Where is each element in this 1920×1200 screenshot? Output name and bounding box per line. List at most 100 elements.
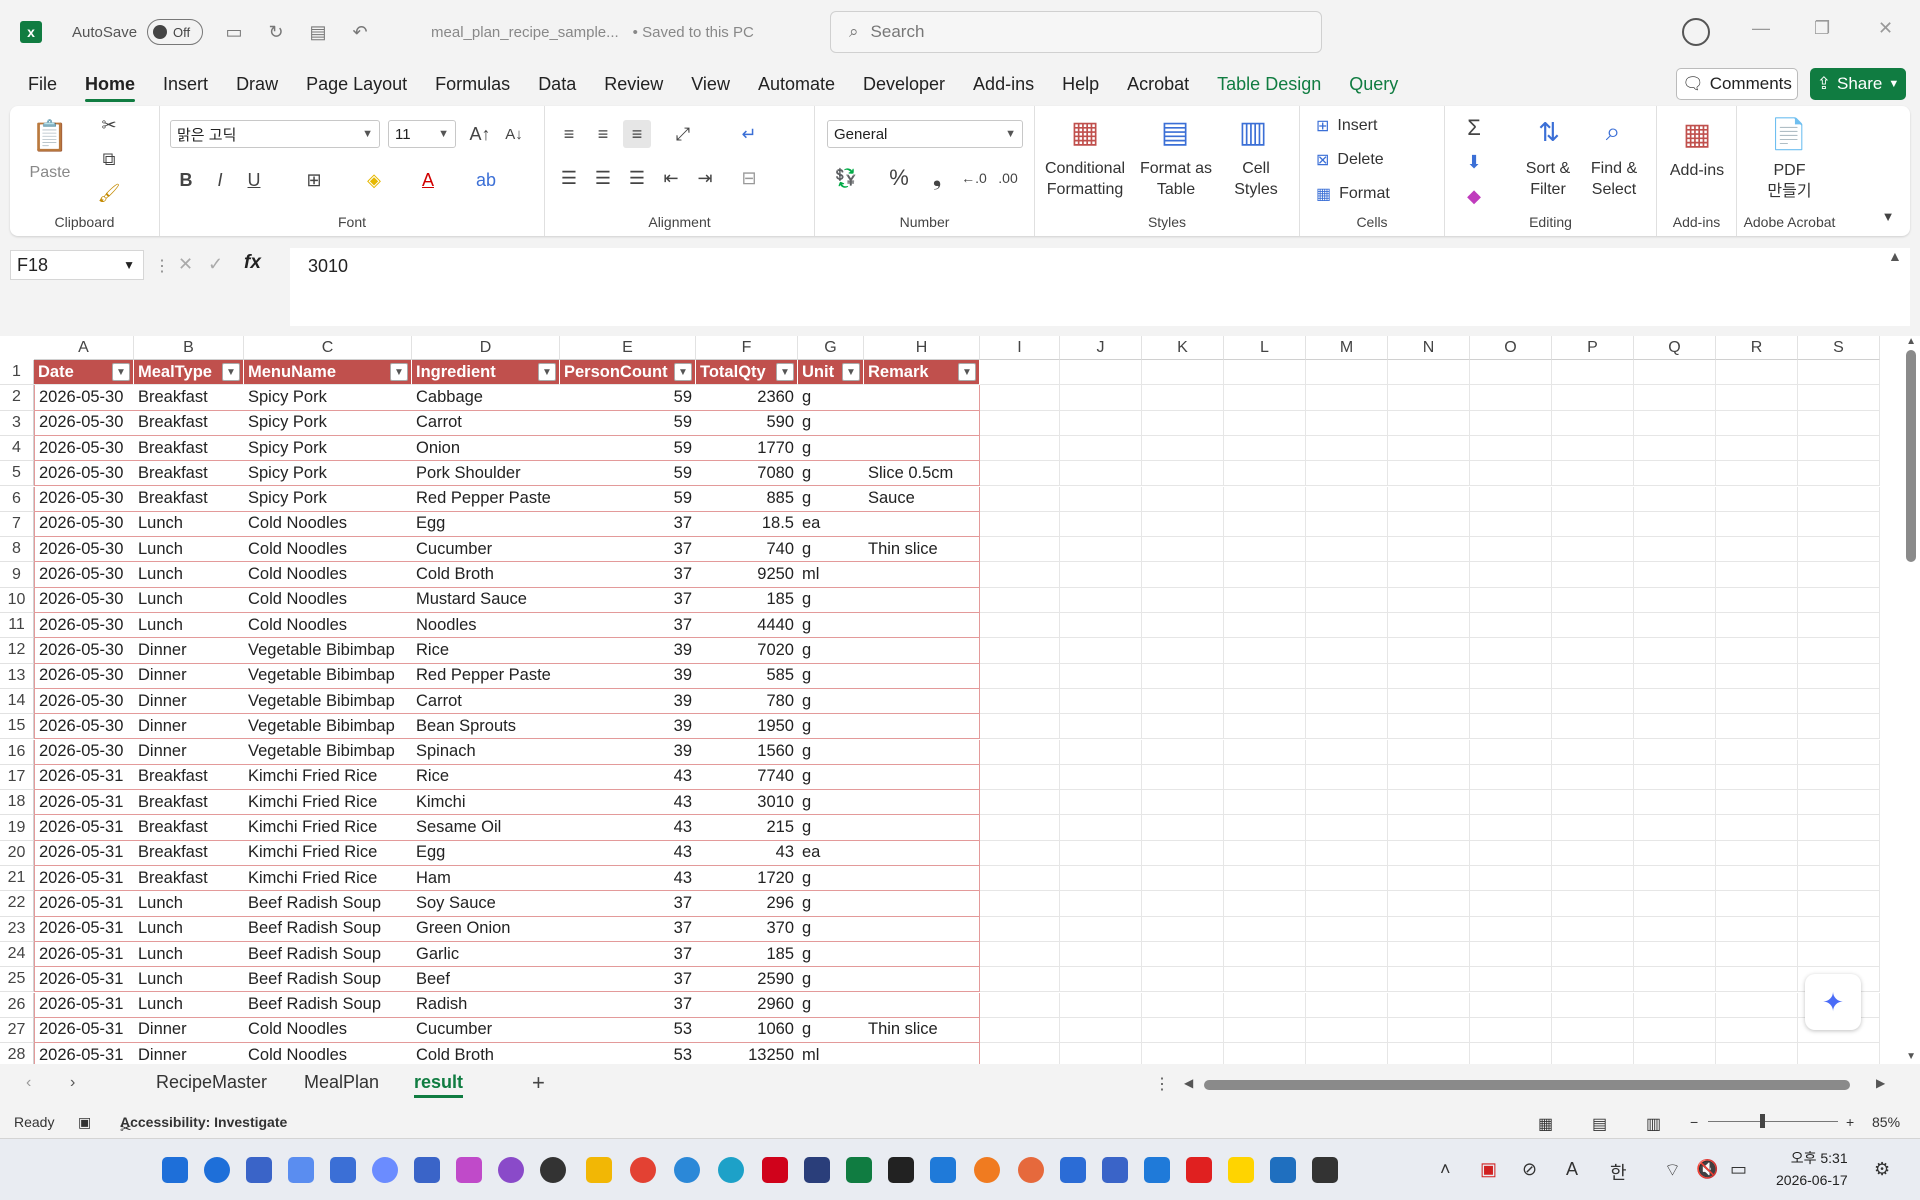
- table-cell[interactable]: Kimchi Fried Rice: [244, 765, 412, 791]
- empty-cell[interactable]: [1470, 385, 1552, 411]
- table-cell[interactable]: 2026-05-31: [34, 967, 134, 993]
- app-icon[interactable]: [1102, 1157, 1128, 1183]
- empty-cell[interactable]: [1552, 866, 1634, 892]
- row-header[interactable]: 8: [0, 537, 34, 563]
- align-top-icon[interactable]: ≡: [555, 120, 583, 148]
- empty-cell[interactable]: [1798, 714, 1880, 740]
- empty-cell[interactable]: [1388, 714, 1470, 740]
- empty-cell[interactable]: [1224, 511, 1306, 538]
- empty-cell[interactable]: [1634, 739, 1716, 765]
- empty-cell[interactable]: [1552, 916, 1634, 942]
- empty-cell[interactable]: [1306, 739, 1388, 765]
- format-as-table-button[interactable]: Format as Table: [1131, 158, 1221, 200]
- table-cell[interactable]: 13250: [696, 1043, 798, 1064]
- table-cell[interactable]: 1060: [696, 1018, 798, 1044]
- empty-cell[interactable]: [1716, 688, 1798, 715]
- column-header[interactable]: C: [244, 336, 412, 360]
- filter-dropdown-icon[interactable]: ▼: [538, 363, 556, 382]
- empty-cell[interactable]: [1388, 562, 1470, 588]
- table-cell[interactable]: [864, 688, 980, 715]
- tab-formulas[interactable]: Formulas: [421, 64, 524, 104]
- empty-cell[interactable]: [1470, 638, 1552, 664]
- table-cell[interactable]: 37: [560, 942, 696, 968]
- app-icon[interactable]: [1186, 1157, 1212, 1183]
- empty-cell[interactable]: [1306, 992, 1388, 1018]
- table-cell[interactable]: 1560: [696, 740, 798, 765]
- empty-cell[interactable]: [1388, 638, 1470, 664]
- row-header[interactable]: 13: [0, 663, 34, 689]
- column-header[interactable]: P: [1552, 336, 1634, 360]
- tab-table-design[interactable]: Table Design: [1203, 64, 1335, 104]
- row-header[interactable]: 12: [0, 638, 34, 664]
- empty-cell[interactable]: [1798, 916, 1880, 942]
- table-cell[interactable]: g: [798, 967, 864, 993]
- table-cell[interactable]: 59: [560, 461, 696, 487]
- empty-cell[interactable]: [1306, 1017, 1388, 1044]
- empty-cell[interactable]: [1552, 511, 1634, 538]
- table-cell[interactable]: Radish: [412, 993, 560, 1018]
- find-select-icon[interactable]: ⌕: [1593, 114, 1633, 150]
- table-cell[interactable]: Dinner: [134, 689, 244, 715]
- empty-cell[interactable]: [1798, 537, 1880, 563]
- empty-cell[interactable]: [1224, 385, 1306, 411]
- empty-cell[interactable]: [1306, 840, 1388, 866]
- empty-cell[interactable]: [980, 764, 1060, 791]
- tab-file[interactable]: File: [14, 64, 71, 104]
- table-cell[interactable]: [864, 764, 980, 791]
- table-cell[interactable]: g: [798, 765, 864, 791]
- percent-icon[interactable]: %: [885, 164, 913, 192]
- increase-indent-icon[interactable]: ⇥: [691, 164, 719, 192]
- filter-dropdown-icon[interactable]: ▼: [776, 363, 794, 382]
- table-cell[interactable]: Red Pepper Paste: [412, 487, 560, 512]
- empty-cell[interactable]: [1470, 613, 1552, 639]
- empty-cell[interactable]: [1470, 941, 1552, 968]
- empty-cell[interactable]: [1388, 688, 1470, 715]
- empty-cell[interactable]: [1060, 815, 1142, 841]
- merge-center-icon[interactable]: ⊟: [735, 164, 763, 192]
- table-cell[interactable]: 2026-05-31: [34, 916, 134, 942]
- empty-cell[interactable]: [980, 663, 1060, 689]
- table-cell[interactable]: 59: [560, 385, 696, 411]
- empty-cell[interactable]: [1060, 511, 1142, 538]
- empty-cell[interactable]: [1716, 638, 1798, 664]
- table-cell[interactable]: 43: [560, 866, 696, 892]
- row-header[interactable]: 22: [0, 891, 34, 917]
- table-cell[interactable]: [864, 562, 980, 588]
- empty-cell[interactable]: [1060, 688, 1142, 715]
- empty-cell[interactable]: [1224, 613, 1306, 639]
- tab-acrobat[interactable]: Acrobat: [1113, 64, 1203, 104]
- empty-cell[interactable]: [1634, 688, 1716, 715]
- conditional-formatting-icon[interactable]: ▦: [1065, 114, 1105, 150]
- empty-cell[interactable]: [1224, 891, 1306, 917]
- empty-cell[interactable]: [980, 891, 1060, 917]
- empty-cell[interactable]: [1552, 638, 1634, 664]
- table-cell[interactable]: 2026-05-30: [34, 385, 134, 411]
- empty-cell[interactable]: [1552, 587, 1634, 613]
- cut-icon[interactable]: ✂: [98, 114, 120, 136]
- empty-cell[interactable]: [1552, 435, 1634, 462]
- table-cell[interactable]: 43: [560, 841, 696, 866]
- empty-cell[interactable]: [1224, 1043, 1306, 1064]
- column-header[interactable]: L: [1224, 336, 1306, 360]
- empty-cell[interactable]: [1634, 866, 1716, 892]
- empty-cell[interactable]: [1470, 663, 1552, 689]
- minimize-icon[interactable]: —: [1752, 18, 1770, 39]
- empty-cell[interactable]: [1798, 891, 1880, 917]
- empty-cell[interactable]: [1142, 688, 1224, 715]
- tab-help[interactable]: Help: [1048, 64, 1113, 104]
- table-cell[interactable]: Cold Noodles: [244, 562, 412, 588]
- empty-cell[interactable]: [1388, 1043, 1470, 1064]
- empty-cell[interactable]: [980, 688, 1060, 715]
- empty-cell[interactable]: [1716, 714, 1798, 740]
- row-header[interactable]: 10: [0, 587, 34, 613]
- table-cell[interactable]: Dinner: [134, 1018, 244, 1044]
- scroll-right-icon[interactable]: ▶: [1876, 1076, 1885, 1090]
- table-cell[interactable]: 2026-05-30: [34, 587, 134, 613]
- chrome-icon[interactable]: [630, 1157, 656, 1183]
- table-cell[interactable]: Green Onion: [412, 917, 560, 942]
- empty-cell[interactable]: [1224, 410, 1306, 436]
- table-cell[interactable]: Spinach: [412, 740, 560, 765]
- empty-cell[interactable]: [1798, 663, 1880, 689]
- row-header[interactable]: 20: [0, 840, 34, 866]
- insert-function-icon[interactable]: fx: [244, 252, 261, 274]
